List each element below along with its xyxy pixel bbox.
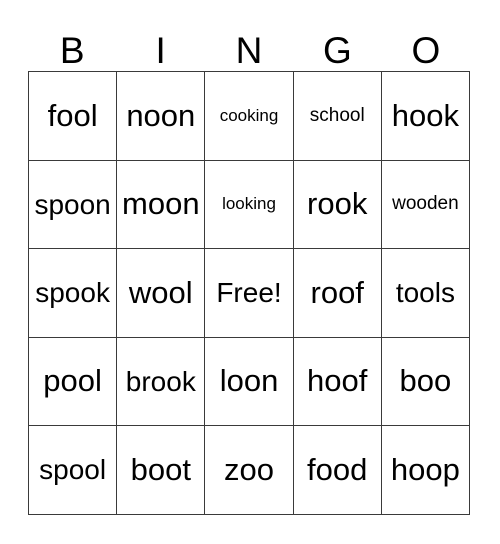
bingo-cell-i5[interactable]: boot (117, 426, 206, 515)
bingo-cell-o4[interactable]: boo (381, 337, 471, 427)
bingo-cell-label: pool (43, 363, 102, 399)
bingo-card: B I N G O fool noon cooking school hook … (0, 0, 500, 544)
bingo-cell-label: brook (125, 365, 196, 397)
bingo-cell-o2[interactable]: wooden (381, 160, 471, 250)
bingo-cell-label: fool (47, 97, 98, 133)
bingo-cell-label: loon (219, 363, 279, 399)
bingo-cell-o5[interactable]: hoop (381, 426, 471, 515)
bingo-cell-g5[interactable]: food (293, 426, 382, 515)
bingo-cell-n1[interactable]: cooking (205, 72, 294, 161)
bingo-grid: fool noon cooking school hook spoon moon… (28, 71, 471, 515)
bingo-cell-label: wool (128, 274, 193, 310)
header-letter-g: G (323, 30, 352, 71)
bingo-cell-label: boo (399, 363, 452, 399)
bingo-cell-label: spoon (34, 188, 111, 220)
bingo-cell-label: zoo (224, 451, 274, 487)
bingo-cell-label: boot (130, 451, 191, 487)
bingo-cell-label: rook (307, 186, 368, 222)
bingo-cell-g3[interactable]: roof (293, 249, 382, 338)
bingo-cell-b2[interactable]: spoon (29, 160, 118, 250)
bingo-cell-label: noon (126, 97, 196, 133)
bingo-cell-b4[interactable]: pool (29, 337, 118, 427)
bingo-header-row: B I N G O (28, 16, 470, 71)
bingo-cell-n4[interactable]: loon (205, 337, 294, 427)
bingo-cell-label: spool (39, 454, 107, 486)
header-letter-b: B (59, 30, 85, 71)
bingo-cell-label: hoof (307, 363, 368, 399)
bingo-cell-i1[interactable]: noon (117, 72, 206, 161)
bingo-cell-i3[interactable]: wool (117, 249, 206, 338)
bingo-cell-b5[interactable]: spool (29, 426, 118, 515)
bingo-cell-i2[interactable]: moon (117, 160, 206, 250)
bingo-cell-label: moon (122, 186, 200, 222)
header-letter-n: N (235, 30, 263, 71)
bingo-cell-n2[interactable]: looking (205, 160, 294, 250)
bingo-cell-label: looking (222, 194, 276, 214)
free-space-label: Free! (216, 277, 282, 309)
bingo-cell-label: hoop (390, 451, 460, 487)
bingo-cell-b3[interactable]: spook (29, 249, 118, 338)
bingo-cell-label: tools (395, 277, 455, 309)
bingo-cell-label: roof (310, 274, 364, 310)
table-row: spook wool Free! roof tools (29, 249, 471, 338)
table-row: pool brook loon hoof boo (29, 337, 471, 427)
bingo-cell-label: hook (391, 97, 460, 133)
bingo-cell-b1[interactable]: fool (29, 72, 118, 161)
table-row: spool boot zoo food hoop (29, 426, 471, 515)
bingo-cell-free-space[interactable]: Free! (205, 249, 294, 338)
bingo-cell-i4[interactable]: brook (117, 337, 206, 427)
bingo-cell-label: food (307, 451, 368, 487)
bingo-cell-label: cooking (219, 105, 279, 125)
table-row: spoon moon looking rook wooden (29, 160, 471, 250)
bingo-cell-n5[interactable]: zoo (205, 426, 294, 515)
header-letter-i: I (155, 30, 166, 71)
bingo-cell-o1[interactable]: hook (381, 72, 471, 161)
bingo-cell-label: spook (35, 277, 110, 309)
bingo-cell-g4[interactable]: hoof (293, 337, 382, 427)
table-row: fool noon cooking school hook (29, 72, 471, 161)
bingo-cell-g1[interactable]: school (293, 72, 382, 161)
bingo-cell-o3[interactable]: tools (381, 249, 471, 338)
header-letter-o: O (411, 30, 441, 71)
bingo-cell-label: school (309, 104, 365, 126)
bingo-cell-label: wooden (392, 193, 459, 215)
bingo-cell-g2[interactable]: rook (293, 160, 382, 250)
